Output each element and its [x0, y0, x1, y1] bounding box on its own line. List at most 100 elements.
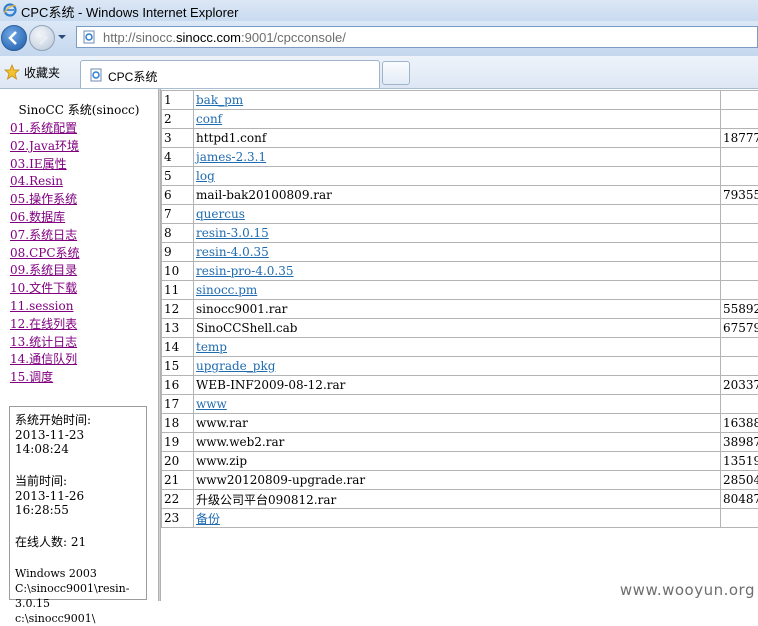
menu-link[interactable]: 05.操作系统	[10, 192, 77, 206]
row-index: 16	[162, 376, 194, 395]
address-bar[interactable]: http://sinocc.sinocc.com:9001/cpcconsole…	[76, 26, 758, 48]
row-index: 19	[162, 433, 194, 452]
back-button[interactable]	[1, 25, 27, 51]
sidebar-item[interactable]: 06.数据库	[10, 209, 80, 227]
table-row: 17www	[162, 395, 758, 414]
row-index: 5	[162, 167, 194, 186]
watermark: www.wooyun.org	[620, 581, 755, 599]
file-size: 558927	[721, 300, 758, 319]
folder-link[interactable]: conf	[196, 112, 222, 126]
sidebar-item[interactable]: 02.Java环境	[10, 138, 80, 156]
table-row: 3httpd1.conf18777	[162, 129, 758, 148]
row-index: 17	[162, 395, 194, 414]
folder-link[interactable]: bak_pm	[196, 93, 243, 107]
folder-link[interactable]: james-2.3.1	[196, 150, 266, 164]
file-size: 18777	[721, 129, 758, 148]
table-row: 22升级公司平台090812.rar80487	[162, 490, 758, 509]
online-count: 在线人数: 21	[15, 533, 141, 550]
folder-link[interactable]: log	[196, 169, 215, 183]
sidebar-item[interactable]: 13.统计日志	[10, 334, 80, 352]
app-path: c:\sinocc9001\	[15, 611, 141, 626]
file-name-cell: james-2.3.1	[194, 148, 721, 167]
menu-link[interactable]: 11.session	[10, 299, 73, 313]
folder-link[interactable]: resin-pro-4.0.35	[196, 264, 293, 278]
forward-button[interactable]	[29, 25, 55, 51]
folder-link[interactable]: upgrade_pkg	[196, 359, 275, 373]
resin-path: C:\sinocc9001\resin-3.0.15	[15, 581, 141, 611]
menu-link[interactable]: 13.统计日志	[10, 335, 77, 349]
menu-link[interactable]: 03.IE属性	[10, 157, 67, 171]
new-tab-button[interactable]	[382, 61, 410, 85]
chevron-down-icon[interactable]	[57, 32, 67, 42]
row-index: 20	[162, 452, 194, 471]
menu-link[interactable]: 08.CPC系统	[10, 246, 80, 260]
folder-link[interactable]: resin-3.0.15	[196, 226, 269, 240]
file-name-cell: upgrade_pkg	[194, 357, 721, 376]
folder-link[interactable]: temp	[196, 340, 227, 354]
sidebar-item[interactable]: 08.CPC系统	[10, 245, 80, 263]
file-size	[721, 509, 758, 528]
table-row: 11sinocc.pm	[162, 281, 758, 300]
ie-page-icon	[89, 68, 103, 82]
menu-link[interactable]: 15.调度	[10, 370, 53, 384]
sidebar-item[interactable]: 01.系统配置	[10, 120, 80, 138]
row-index: 9	[162, 243, 194, 262]
row-index: 14	[162, 338, 194, 357]
row-index: 13	[162, 319, 194, 338]
sidebar-item[interactable]: 05.操作系统	[10, 191, 80, 209]
file-name-cell: www.rar	[194, 414, 721, 433]
start-time-value: 2013-11-23 14:08:24	[15, 428, 141, 456]
folder-link[interactable]: www	[196, 397, 227, 411]
table-row: 15upgrade_pkg	[162, 357, 758, 376]
file-name-cell: sinocc.pm	[194, 281, 721, 300]
sidebar-item[interactable]: 03.IE属性	[10, 156, 80, 174]
sidebar-item[interactable]: 14.通信队列	[10, 351, 80, 369]
sidebar-item[interactable]: 11.session	[10, 298, 80, 316]
file-size: 80487	[721, 490, 758, 509]
table-row: 8resin-3.0.15	[162, 224, 758, 243]
menu-link[interactable]: 04.Resin	[10, 174, 63, 188]
favorites-bar: 收藏夹 CPC系统	[0, 56, 758, 89]
menu-link[interactable]: 14.通信队列	[10, 352, 77, 366]
sidebar-item[interactable]: 12.在线列表	[10, 316, 80, 334]
folder-link[interactable]: resin-4.0.35	[196, 245, 269, 259]
url-text[interactable]: http://sinocc.sinocc.com:9001/cpcconsole…	[103, 30, 346, 45]
arrow-left-icon	[2, 26, 26, 50]
row-index: 4	[162, 148, 194, 167]
row-index: 2	[162, 110, 194, 129]
star-icon	[4, 64, 20, 80]
file-name-cell: www	[194, 395, 721, 414]
folder-link[interactable]: 备份	[196, 512, 220, 526]
folder-link[interactable]: quercus	[196, 207, 245, 221]
row-index: 8	[162, 224, 194, 243]
file-name-cell: www.web2.rar	[194, 433, 721, 452]
arrow-right-icon	[30, 26, 54, 50]
menu-link[interactable]: 02.Java环境	[10, 139, 79, 153]
navigation-bar: http://sinocc.sinocc.com:9001/cpcconsole…	[0, 21, 758, 56]
table-row: 14temp	[162, 338, 758, 357]
menu-link[interactable]: 09.系统目录	[10, 263, 77, 277]
menu-link[interactable]: 01.系统配置	[10, 121, 77, 135]
file-name-cell: resin-4.0.35	[194, 243, 721, 262]
menu-link[interactable]: 10.文件下载	[10, 281, 77, 295]
row-index: 6	[162, 186, 194, 205]
row-index: 18	[162, 414, 194, 433]
sidebar-item[interactable]: 07.系统日志	[10, 227, 80, 245]
favorites-button[interactable]: 收藏夹	[4, 62, 60, 82]
sidebar-item[interactable]: 15.调度	[10, 369, 80, 387]
sidebar-item[interactable]: 09.系统目录	[10, 262, 80, 280]
menu-link[interactable]: 06.数据库	[10, 210, 65, 224]
menu-link[interactable]: 12.在线列表	[10, 317, 77, 331]
sidebar-item[interactable]: 10.文件下载	[10, 280, 80, 298]
file-size	[721, 148, 758, 167]
sidebar-item[interactable]: 04.Resin	[10, 173, 80, 191]
file-table: 1bak_pm2conf 3httpd1.conf187774james-2.3.…	[161, 90, 758, 528]
file-name: mail-bak20100809.rar	[196, 188, 332, 202]
menu-link[interactable]: 07.系统日志	[10, 228, 77, 242]
table-row: 1bak_pm	[162, 91, 758, 110]
file-size	[721, 110, 758, 129]
folder-link[interactable]: sinocc.pm	[196, 283, 257, 297]
tab-cpc-system[interactable]: CPC系统	[80, 60, 380, 88]
file-name-cell: bak_pm	[194, 91, 721, 110]
file-name-cell: 备份	[194, 509, 721, 528]
